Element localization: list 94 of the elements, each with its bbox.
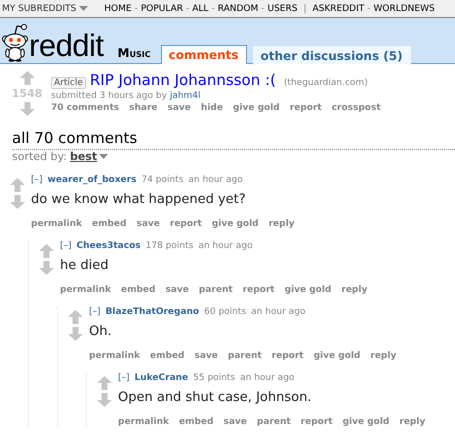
comment-action-link[interactable]: give gold xyxy=(314,351,360,361)
nav-separator: - xyxy=(367,4,370,14)
comment-action-link[interactable]: permalink xyxy=(31,219,82,229)
comment-score: 60 points xyxy=(204,307,246,317)
comment-action-link[interactable]: report xyxy=(170,219,202,229)
comment-author[interactable]: BlazeThatOregano xyxy=(106,307,200,317)
comment-action-link[interactable]: parent xyxy=(198,285,233,295)
comment-time: an hour ago xyxy=(188,175,243,185)
post-action-link[interactable]: crosspost xyxy=(332,103,381,113)
comment-action-link[interactable]: report xyxy=(272,351,304,361)
post-tagline: submitted 3 hours ago by xyxy=(51,91,167,101)
comment-action-link[interactable]: permalink xyxy=(118,417,169,427)
post-action-link[interactable]: hide xyxy=(200,103,223,113)
comment-text: do we know what happened yet? xyxy=(31,192,247,207)
post-score: 1548 xyxy=(12,87,42,100)
sort-label: sorted by: xyxy=(12,150,67,163)
comment-action-link[interactable]: parent xyxy=(256,417,291,427)
downvote-icon[interactable] xyxy=(96,393,112,407)
comment-action-link[interactable]: parent xyxy=(228,351,262,361)
collapse-toggle[interactable]: [–] xyxy=(118,373,130,383)
comment-author[interactable]: Chees3tacos xyxy=(76,241,141,251)
upvote-icon[interactable] xyxy=(38,244,54,258)
comment-score: 55 points xyxy=(193,373,236,383)
post-action-link[interactable]: report xyxy=(290,103,322,113)
comment-score: 74 points xyxy=(141,175,184,185)
comment-text: Oh. xyxy=(89,324,113,339)
comment-author[interactable]: wearer_of_boxers xyxy=(48,175,136,185)
comment-time: an hour ago xyxy=(251,307,306,317)
comment-author[interactable]: LukeCrane xyxy=(134,373,188,383)
post-author[interactable]: jahm4l xyxy=(170,91,201,101)
nav-link[interactable]: USERS xyxy=(268,4,298,14)
dropdown-icon[interactable] xyxy=(79,6,88,11)
collapse-toggle[interactable]: [–] xyxy=(60,241,72,251)
comment-action-link[interactable]: reply xyxy=(268,219,295,229)
nav-link[interactable]: ASKREDDIT xyxy=(312,4,364,14)
tab[interactable]: comments xyxy=(160,45,247,64)
comments-heading: all 70 comments xyxy=(12,129,455,150)
comment-action-link[interactable]: give gold xyxy=(284,285,332,295)
downvote-icon[interactable] xyxy=(38,261,54,275)
downvote-icon[interactable] xyxy=(20,102,34,116)
post-action-link[interactable]: 70 comments xyxy=(51,103,120,113)
dropdown-icon[interactable] xyxy=(99,154,108,159)
comment-score: 178 points xyxy=(146,241,194,251)
comment-time: an hour ago xyxy=(198,241,253,251)
comment-action-link[interactable]: permalink xyxy=(89,351,140,361)
comment-action-link[interactable]: save xyxy=(165,285,189,295)
comment-action-link[interactable]: give gold xyxy=(342,417,390,427)
nav-link[interactable]: HOME xyxy=(104,4,132,14)
comment-action-link[interactable]: embed xyxy=(92,219,126,229)
comment-action-link[interactable]: reply xyxy=(370,351,396,361)
post-action-link[interactable]: save xyxy=(168,103,191,113)
collapse-toggle[interactable]: [–] xyxy=(89,307,101,317)
sort-dropdown[interactable]: best xyxy=(70,150,108,163)
comment-action-link[interactable]: report xyxy=(242,285,275,295)
nav-separator: - xyxy=(186,4,190,14)
post-action-link[interactable]: give gold xyxy=(232,103,280,113)
alien-mascot-icon[interactable] xyxy=(2,22,28,62)
subreddit-name[interactable]: Music xyxy=(118,46,151,60)
reddit-logo-text[interactable]: reddit xyxy=(29,31,104,61)
post-title[interactable]: RIP Johann Johannsson :( xyxy=(90,71,276,89)
upvote-icon[interactable] xyxy=(10,178,24,192)
comment-text: Open and shut case, Johnson. xyxy=(118,390,312,405)
nav-separator: | xyxy=(303,4,306,14)
upvote-icon[interactable] xyxy=(96,376,112,390)
comment-action-link[interactable]: permalink xyxy=(60,285,111,295)
comment-action-link[interactable]: save xyxy=(194,351,218,361)
downvote-icon[interactable] xyxy=(10,195,24,209)
collapse-toggle[interactable]: [–] xyxy=(31,175,43,185)
nav-link[interactable]: WORLDNEWS xyxy=(373,4,435,14)
nav-link[interactable]: ALL xyxy=(192,4,208,14)
comment-action-link[interactable]: embed xyxy=(121,285,156,295)
nav-separator: - xyxy=(134,4,138,14)
downvote-icon[interactable] xyxy=(68,327,82,341)
tab[interactable]: other discussions (5) xyxy=(252,46,411,64)
flair-tag: Article xyxy=(51,77,86,89)
comment-action-link[interactable]: give gold xyxy=(212,219,259,229)
post-action-link[interactable]: share xyxy=(129,103,158,113)
nav-link[interactable]: POPULAR xyxy=(140,4,183,14)
my-subreddits-menu[interactable]: MY SUBREDDITS xyxy=(2,4,76,14)
comment-time: an hour ago xyxy=(240,373,294,383)
nav-separator: - xyxy=(211,4,215,14)
upvote-icon[interactable] xyxy=(68,310,82,324)
post-domain[interactable]: (theguardian.com) xyxy=(284,78,368,88)
nav-separator: - xyxy=(261,4,264,14)
comment-action-link[interactable]: embed xyxy=(179,417,214,427)
comment-action-link[interactable]: reply xyxy=(341,285,368,295)
comment-action-link[interactable]: report xyxy=(300,417,333,427)
comment-action-link[interactable]: reply xyxy=(399,417,426,427)
comment-text: he died xyxy=(60,258,110,273)
nav-link[interactable]: RANDOM xyxy=(218,4,258,14)
comment-action-link[interactable]: embed xyxy=(150,351,184,361)
comment-action-link[interactable]: save xyxy=(223,417,247,427)
comment-action-link[interactable]: save xyxy=(136,219,160,229)
upvote-icon[interactable] xyxy=(20,71,34,85)
